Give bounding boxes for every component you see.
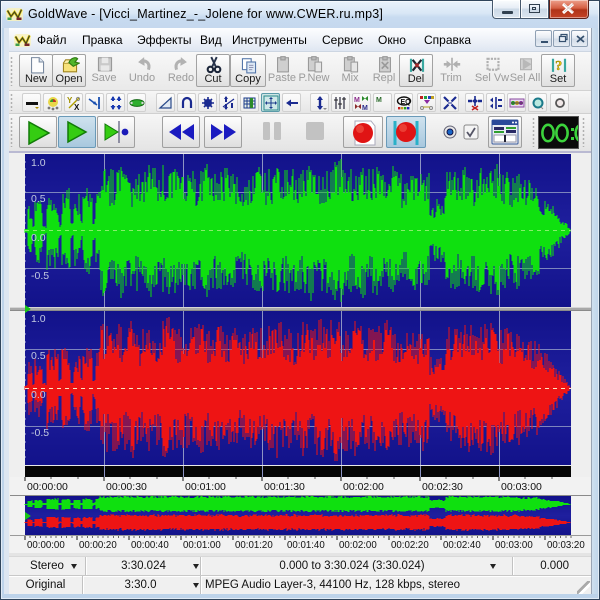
- svg-text:00:02:00: 00:02:00: [339, 540, 377, 551]
- svg-text:00:00:20: 00:00:20: [79, 540, 117, 551]
- svg-text:00:03:00: 00:03:00: [495, 540, 533, 551]
- svg-text:00:00:00: 00:00:00: [27, 540, 65, 551]
- svg-text:00:02:20: 00:02:20: [391, 540, 429, 551]
- svg-text:00:02:00: 00:02:00: [343, 481, 384, 493]
- svg-text:00:00:30: 00:00:30: [106, 481, 147, 493]
- svg-text:00:03:00: 00:03:00: [501, 481, 542, 493]
- svg-text:M: M: [362, 105, 368, 111]
- svg-text:0.0: 0.0: [31, 232, 46, 244]
- svg-text:M: M: [354, 97, 360, 104]
- svg-text:X: X: [74, 103, 80, 111]
- svg-text:Y: Y: [67, 96, 73, 105]
- svg-text:M: M: [376, 97, 382, 104]
- svg-text:00:00:40: 00:00:40: [131, 540, 169, 551]
- svg-text:00:01:00: 00:01:00: [185, 481, 226, 493]
- svg-text:00:01:30: 00:01:30: [264, 481, 305, 493]
- svg-text:1.0: 1.0: [31, 313, 46, 325]
- svg-text:0.5: 0.5: [31, 350, 46, 362]
- svg-text:00:03:20: 00:03:20: [547, 540, 585, 551]
- svg-text:00:01:40: 00:01:40: [287, 540, 325, 551]
- svg-text:00:02:30: 00:02:30: [422, 481, 463, 493]
- svg-text:0.0: 0.0: [31, 389, 46, 401]
- svg-text:00:02:40: 00:02:40: [443, 540, 481, 551]
- svg-text:00:01:20: 00:01:20: [235, 540, 273, 551]
- svg-text:?: ?: [555, 58, 562, 74]
- svg-text:1.0: 1.0: [31, 157, 46, 169]
- svg-text:00:01:00: 00:01:00: [183, 540, 221, 551]
- svg-text:-0.5: -0.5: [31, 270, 49, 282]
- svg-text:00:00:00: 00:00:00: [27, 481, 68, 493]
- svg-text:-0.5: -0.5: [31, 427, 49, 439]
- svg-text:0.5: 0.5: [31, 193, 46, 205]
- svg-text:EQ: EQ: [401, 99, 412, 106]
